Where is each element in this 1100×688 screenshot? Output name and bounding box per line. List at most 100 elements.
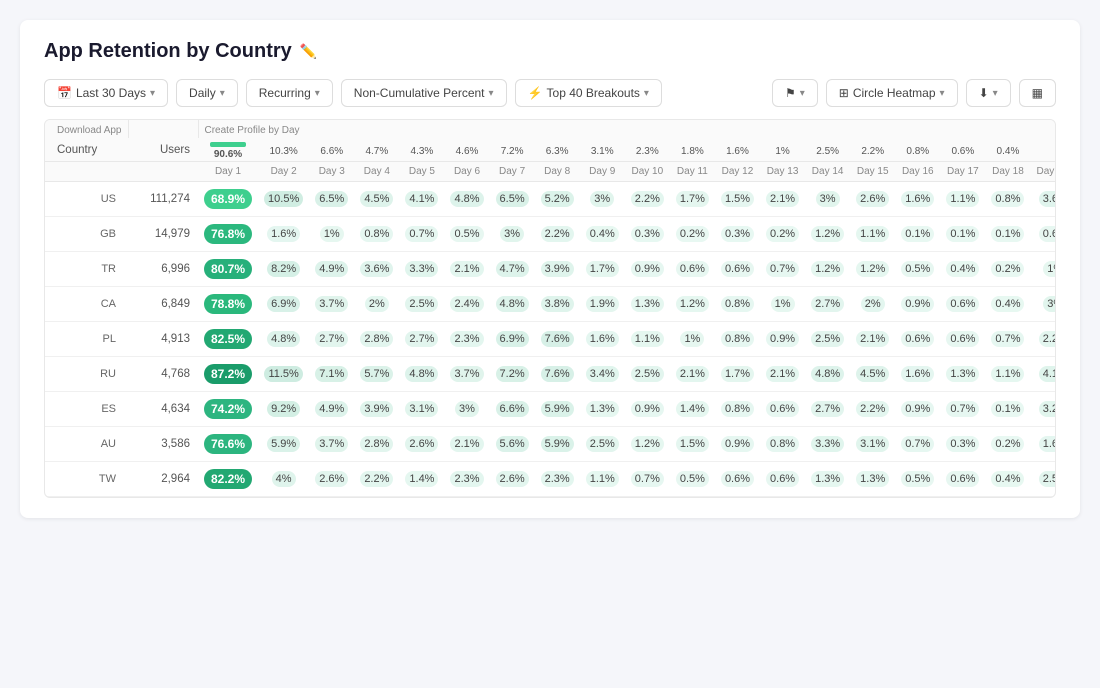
cell-day7: 7.2% <box>490 357 535 392</box>
chevron-down-icon: ▾ <box>489 88 494 99</box>
cell-day15: 2% <box>850 287 895 322</box>
cell-day16: 0.9% <box>895 392 940 427</box>
recurring-label: Recurring <box>259 86 311 100</box>
cell-day15: 1.1% <box>850 217 895 252</box>
breakouts-button[interactable]: ⚡ Top 40 Breakouts ▾ <box>515 79 662 107</box>
cell-users: 6,849 <box>128 287 198 322</box>
th-pct-day-6: 4.6% <box>444 138 489 162</box>
cell-day12: 1.7% <box>715 357 760 392</box>
cell-day12: 1.5% <box>715 182 760 217</box>
cell-day5: 2.7% <box>399 322 444 357</box>
cell-country: TW <box>45 462 128 497</box>
download-button[interactable]: ⬇ ▾ <box>966 79 1011 107</box>
cell-day4: 2.2% <box>354 462 399 497</box>
cumulative-button[interactable]: Non-Cumulative Percent ▾ <box>341 79 507 107</box>
cell-day5: 0.7% <box>399 217 444 252</box>
cell-day15: 4.5% <box>850 357 895 392</box>
cell-day17: 1.3% <box>940 357 985 392</box>
cell-day7: 2.6% <box>490 462 535 497</box>
cell-day16: 0.5% <box>895 462 940 497</box>
cell-day4: 5.7% <box>354 357 399 392</box>
cell-day8: 5.2% <box>535 182 580 217</box>
cell-day13: 1% <box>760 287 805 322</box>
cell-day3: 6.5% <box>309 182 354 217</box>
table-row: PL4,91382.5%4.8%2.7%2.8%2.7%2.3%6.9%7.6%… <box>45 322 1056 357</box>
chevron-down-icon: ▾ <box>993 88 998 99</box>
th-pct-day-15: 2.2% <box>850 138 895 162</box>
cell-day18: 0.7% <box>985 322 1030 357</box>
th-day-label-1: Day 1 <box>198 162 258 182</box>
frequency-button[interactable]: Daily ▾ <box>176 79 238 107</box>
cell-day18: 0.8% <box>985 182 1030 217</box>
cell-day13: 2.1% <box>760 182 805 217</box>
cell-day11: 0.6% <box>670 252 715 287</box>
th-day-label-19: Day >18 <box>1030 162 1056 182</box>
retention-table-container: Download App Create Profile by Day Count… <box>44 119 1056 498</box>
heatmap-icon: ⊞ <box>839 86 849 100</box>
chevron-down-icon: ▾ <box>800 88 805 99</box>
th-day-label-17: Day 17 <box>940 162 985 182</box>
date-range-button[interactable]: 📅 Last 30 Days ▾ <box>44 79 168 107</box>
cell-day3: 1% <box>309 217 354 252</box>
cell-day9: 0.4% <box>580 217 625 252</box>
table-row: TR6,99680.7%8.2%4.9%3.6%3.3%2.1%4.7%3.9%… <box>45 252 1056 287</box>
cell-day8: 3.9% <box>535 252 580 287</box>
cell-day18: 0.2% <box>985 427 1030 462</box>
cell-day19: 1.6% <box>1030 427 1056 462</box>
th-pct-day-7: 7.2% <box>490 138 535 162</box>
recurring-button[interactable]: Recurring ▾ <box>246 79 333 107</box>
cell-day16: 1.6% <box>895 182 940 217</box>
cell-country: ES <box>45 392 128 427</box>
section-labels-row: Download App Create Profile by Day <box>45 120 1056 138</box>
th-day-label-15: Day 15 <box>850 162 895 182</box>
cell-day14: 4.8% <box>805 357 850 392</box>
cell-day12: 0.6% <box>715 252 760 287</box>
th-users: Users <box>128 138 198 162</box>
cell-day19: 2.2% <box>1030 322 1056 357</box>
cell-day11: 0.5% <box>670 462 715 497</box>
cell-day2: 11.5% <box>258 357 309 392</box>
cell-day14: 3% <box>805 182 850 217</box>
retention-table: Download App Create Profile by Day Count… <box>45 120 1056 497</box>
th-day-label-3: Day 3 <box>309 162 354 182</box>
cell-day16: 0.5% <box>895 252 940 287</box>
cell-day17: 0.1% <box>940 217 985 252</box>
cell-day14: 2.7% <box>805 287 850 322</box>
cell-day14: 1.2% <box>805 217 850 252</box>
cell-day5: 4.8% <box>399 357 444 392</box>
column-pct-row: Country Users 90.6%10.3%6.6%4.7%4.3%4.6%… <box>45 138 1056 162</box>
th-day-label-5: Day 5 <box>399 162 444 182</box>
flag-button[interactable]: ⚑ ▾ <box>772 79 818 107</box>
cell-day15: 1.2% <box>850 252 895 287</box>
cell-day5: 4.1% <box>399 182 444 217</box>
cell-day1: 87.2% <box>198 357 258 392</box>
cell-day13: 0.6% <box>760 392 805 427</box>
cell-day7: 6.6% <box>490 392 535 427</box>
calendar-icon: 📅 <box>57 86 72 100</box>
cell-day5: 3.3% <box>399 252 444 287</box>
th-day-label-12: Day 12 <box>715 162 760 182</box>
th-pct-day-12: 1.6% <box>715 138 760 162</box>
frequency-label: Daily <box>189 86 216 100</box>
edit-icon[interactable]: ✏️ <box>300 43 317 60</box>
grid-button[interactable]: ▦ <box>1019 79 1056 107</box>
cell-day9: 3.4% <box>580 357 625 392</box>
cell-day13: 0.6% <box>760 462 805 497</box>
heatmap-button[interactable]: ⊞ Circle Heatmap ▾ <box>826 79 958 107</box>
th-pct-day-17: 0.6% <box>940 138 985 162</box>
download-app-label: Download App <box>45 120 128 138</box>
cell-day8: 7.6% <box>535 322 580 357</box>
chevron-down-icon: ▾ <box>940 88 945 99</box>
cell-day18: 0.1% <box>985 217 1030 252</box>
cell-day3: 7.1% <box>309 357 354 392</box>
cell-day8: 5.9% <box>535 427 580 462</box>
cell-users: 3,586 <box>128 427 198 462</box>
cell-day4: 2% <box>354 287 399 322</box>
title-text: App Retention by Country <box>44 40 292 63</box>
cell-day4: 2.8% <box>354 322 399 357</box>
cell-day10: 1.3% <box>625 287 670 322</box>
cell-country: AU <box>45 427 128 462</box>
cell-day19: 3% <box>1030 287 1056 322</box>
table-row: AU3,58676.6%5.9%3.7%2.8%2.6%2.1%5.6%5.9%… <box>45 427 1056 462</box>
cell-day2: 6.9% <box>258 287 309 322</box>
